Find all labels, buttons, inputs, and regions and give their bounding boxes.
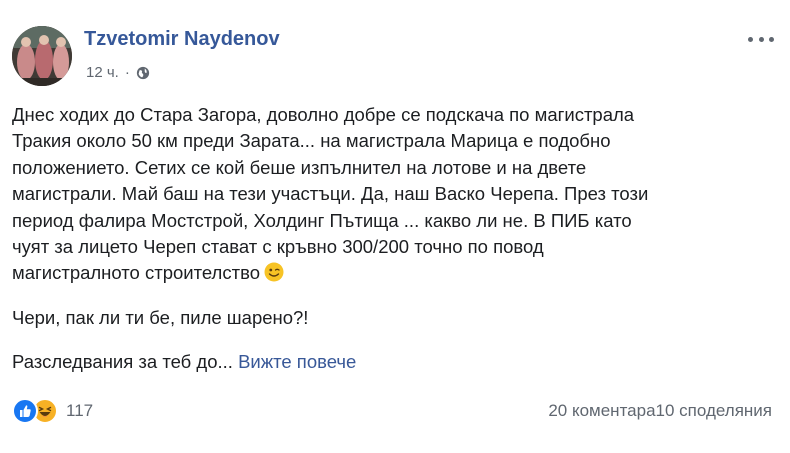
- globe-icon[interactable]: [136, 66, 150, 80]
- post-paragraph-2: Чери, пак ли ти бе, пиле шарено?!: [12, 306, 309, 328]
- post-footer: 117 20 коментара10 споделяния: [12, 398, 778, 428]
- reaction-count[interactable]: 117: [66, 401, 93, 421]
- reactions-summary[interactable]: 117: [12, 398, 93, 424]
- avatar-photo: [12, 26, 72, 86]
- post-paragraph-3: Разследвания за теб до... Вижте повече: [12, 349, 782, 375]
- post-meta: 12 ч. ·: [86, 64, 150, 81]
- post-header: Tzvetomir Naydenov 12 ч. ·: [12, 26, 778, 86]
- post-timestamp[interactable]: 12 ч.: [86, 64, 119, 81]
- wink-emoji-icon: [264, 262, 284, 282]
- comments-count-link[interactable]: 20 коментара: [548, 401, 655, 420]
- more-options-icon[interactable]: [748, 32, 774, 46]
- post-body: Днес ходих до Стара Загора, доволно добр…: [12, 102, 782, 376]
- post-paragraph-1: Днес ходих до Стара Загора, доволно добр…: [12, 102, 782, 287]
- post-paragraph-1-text: Днес ходих до Стара Загора, доволно добр…: [12, 104, 649, 284]
- author-avatar[interactable]: [12, 26, 72, 86]
- like-icon: [12, 398, 38, 424]
- author-name[interactable]: Tzvetomir Naydenov: [84, 28, 280, 51]
- post-stats: 20 коментара10 споделяния: [548, 401, 772, 421]
- facebook-post: Tzvetomir Naydenov 12 ч. · Днес ходих до…: [0, 0, 790, 453]
- post-paragraph-3-text: Разследвания за теб до...: [12, 351, 233, 373]
- meta-separator: ·: [124, 64, 130, 81]
- shares-count-link[interactable]: 10 споделяния: [656, 401, 772, 420]
- see-more-link[interactable]: Вижте повече: [238, 351, 356, 372]
